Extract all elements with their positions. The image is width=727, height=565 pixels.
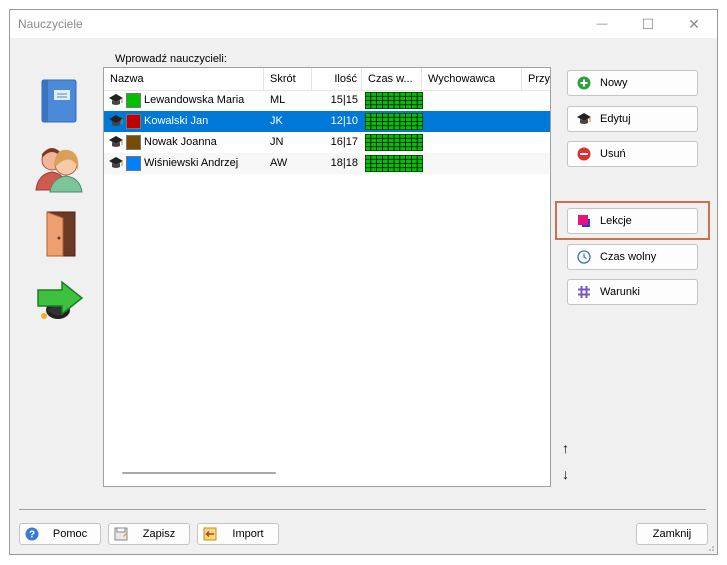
teacher-count-cell: 15|15 <box>330 94 358 106</box>
teacher-color-swatch <box>126 114 141 129</box>
svg-text:?: ? <box>29 530 35 541</box>
col-time-header[interactable]: Czas w... <box>362 68 422 90</box>
resize-grip-icon[interactable] <box>707 544 715 552</box>
notebook-icon[interactable] <box>38 78 82 124</box>
close-button-label: Zamknij <box>652 528 692 540</box>
clock-icon <box>576 249 592 265</box>
graduation-cap-icon <box>108 93 124 107</box>
lessons-button-label: Lekcje <box>600 215 632 227</box>
teacher-color-swatch <box>126 93 141 108</box>
teacher-count-cell: 18|18 <box>330 157 358 169</box>
dialog-body: Wprowadź nauczycieli: Nazwa Skrót Ilość … <box>10 38 717 554</box>
time-availability-grid <box>364 154 424 173</box>
graduation-cap-icon <box>108 114 124 128</box>
teacher-short-cell: JK <box>270 115 283 127</box>
col-short-header[interactable]: Skrót <box>264 68 312 90</box>
conditions-button-label: Warunki <box>600 286 640 298</box>
close-button[interactable]: Zamknij <box>636 523 708 545</box>
time-availability-grid <box>364 133 424 152</box>
table-row[interactable]: Kowalski Jan JK 12|10 <box>104 111 550 132</box>
new-button[interactable]: Nowy <box>567 70 698 96</box>
move-down-arrow-icon[interactable]: ↓ <box>562 466 569 482</box>
teacher-count-cell: 16|17 <box>330 136 358 148</box>
lessons-icon <box>576 213 592 229</box>
import-icon <box>202 526 218 542</box>
help-icon: ? <box>24 526 40 542</box>
minimize-icon: — <box>596 18 608 30</box>
graduation-cap-icon <box>108 156 124 170</box>
graduation-cap-icon <box>108 135 124 149</box>
teacher-short-cell: JN <box>270 136 284 148</box>
teachers-icon[interactable] <box>34 144 86 194</box>
free-time-button-label: Czas wolny <box>600 251 657 263</box>
close-window-button[interactable]: ✕ <box>671 10 717 38</box>
close-icon: ✕ <box>688 15 700 32</box>
col-name-header[interactable]: Nazwa <box>104 68 264 90</box>
time-availability-grid <box>364 91 424 110</box>
maximize-button[interactable]: ☐ <box>625 10 671 38</box>
title-bar: Nauczyciele — ☐ ✕ <box>10 10 717 38</box>
delete-button[interactable]: Usuń <box>567 141 698 167</box>
teacher-short-cell: ML <box>270 94 286 106</box>
col-extra-header[interactable]: Przy <box>522 68 550 90</box>
teacher-name-cell: Wiśniewski Andrzej <box>144 157 239 169</box>
lessons-button[interactable]: Lekcje <box>567 208 698 234</box>
horizontal-scrollbar[interactable] <box>122 472 276 474</box>
save-icon <box>113 526 129 542</box>
col-count-header[interactable]: Ilość <box>312 68 362 90</box>
time-availability-grid <box>364 112 424 131</box>
footer-divider <box>19 509 706 510</box>
col-tutor-header[interactable]: Wychowawca <box>422 68 522 90</box>
teacher-name-cell: Kowalski Jan <box>144 115 209 127</box>
help-button[interactable]: ? Pomoc <box>19 523 101 545</box>
graduation-cap-icon <box>576 111 592 127</box>
new-button-label: Nowy <box>600 77 628 89</box>
exit-arrow-icon[interactable] <box>34 278 86 324</box>
teacher-color-swatch <box>126 156 141 171</box>
window-title: Nauczyciele <box>18 17 83 31</box>
free-time-button[interactable]: Czas wolny <box>567 244 698 270</box>
import-button-label: Import <box>232 528 264 540</box>
table-row[interactable]: Wiśniewski Andrzej AW 18|18 <box>104 153 550 174</box>
teacher-short-cell: AW <box>270 157 288 169</box>
add-icon <box>576 75 592 91</box>
teachers-prompt: Wprowadź nauczycieli: <box>115 53 227 65</box>
delete-icon <box>576 146 592 162</box>
edit-button[interactable]: Edytuj <box>567 106 698 132</box>
import-button[interactable]: Import <box>197 523 279 545</box>
maximize-icon: ☐ <box>641 15 655 32</box>
teacher-color-swatch <box>126 135 141 150</box>
conditions-button[interactable]: Warunki <box>567 279 698 305</box>
door-icon[interactable] <box>43 210 79 258</box>
teacher-count-cell: 12|10 <box>330 115 358 127</box>
teachers-dialog: Nauczyciele — ☐ ✕ Wprowadź nauczycieli: … <box>9 9 718 555</box>
delete-button-label: Usuń <box>600 148 626 160</box>
teacher-name-cell: Nowak Joanna <box>144 136 217 148</box>
table-row[interactable]: Lewandowska Maria ML 15|15 <box>104 90 550 111</box>
teacher-name-cell: Lewandowska Maria <box>144 94 245 106</box>
table-header: Nazwa Skrót Ilość Czas w... Wychowawca P… <box>104 68 550 91</box>
move-up-arrow-icon[interactable]: ↑ <box>562 440 569 456</box>
save-button-label: Zapisz <box>142 528 176 540</box>
hash-icon <box>576 284 592 300</box>
save-button[interactable]: Zapisz <box>108 523 190 545</box>
table-row[interactable]: Nowak Joanna JN 16|17 <box>104 132 550 153</box>
teachers-table[interactable]: Nazwa Skrót Ilość Czas w... Wychowawca P… <box>103 67 551 487</box>
minimize-button[interactable]: — <box>579 10 625 38</box>
help-button-label: Pomoc <box>52 528 88 540</box>
edit-button-label: Edytuj <box>600 113 631 125</box>
